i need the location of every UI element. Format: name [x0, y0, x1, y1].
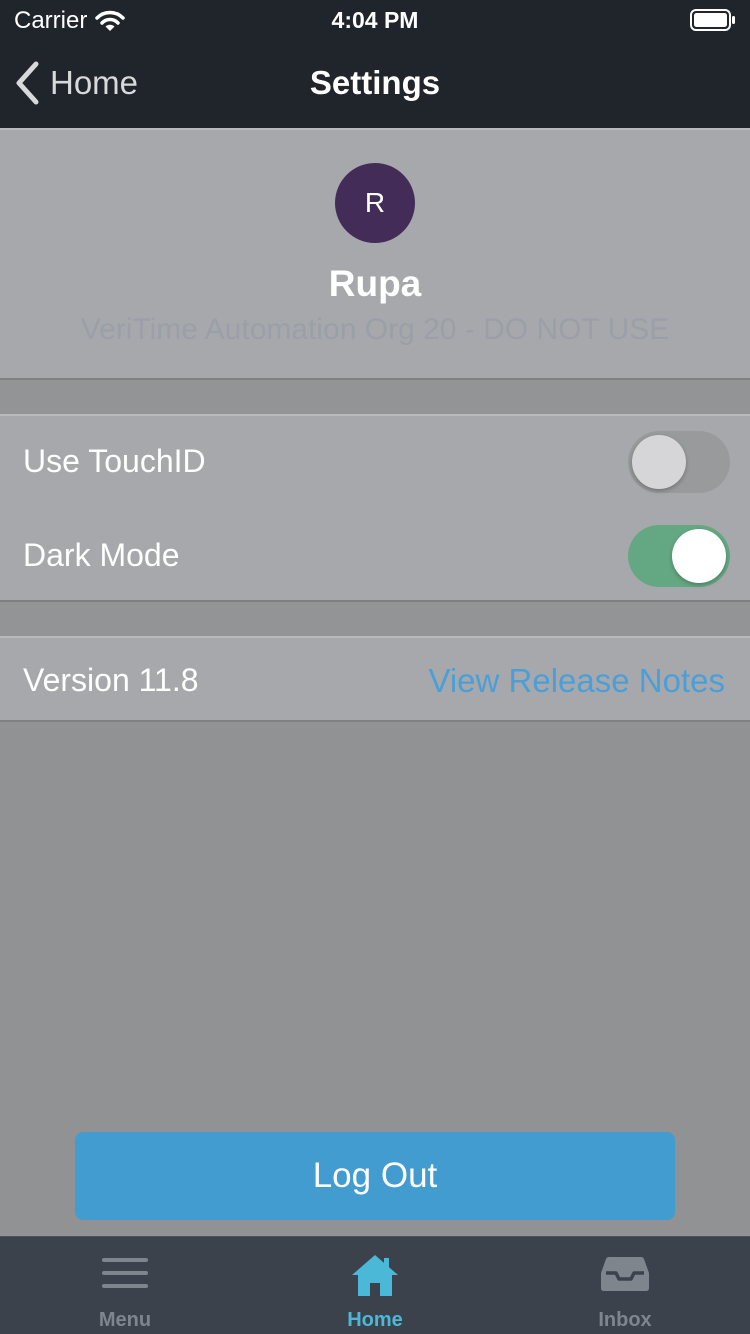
avatar: R — [335, 163, 415, 243]
wifi-icon — [95, 10, 126, 31]
tab-inbox-label: Inbox — [598, 1309, 652, 1331]
battery-icon — [690, 9, 735, 31]
version-label: Version 11.8 — [23, 662, 199, 698]
dark-mode-toggle[interactable] — [628, 525, 730, 587]
profile-section: R Rupa VeriTime Automation Org 20 - DO N… — [0, 128, 750, 380]
settings-group: Use TouchID Dark Mode — [0, 414, 750, 602]
nav-bar: Home Settings — [0, 40, 750, 128]
status-bar: Carrier 4:04 PM — [0, 0, 750, 40]
logout-label: Log Out — [312, 1156, 438, 1195]
logout-button[interactable]: Log Out — [75, 1132, 675, 1220]
back-button[interactable]: Home — [14, 60, 138, 106]
tab-menu-label: Menu — [98, 1309, 152, 1331]
user-name: Rupa — [328, 263, 422, 304]
toggle-knob — [632, 435, 686, 489]
release-notes-link[interactable]: View Release Notes — [428, 662, 725, 700]
menu-icon — [0, 1255, 250, 1291]
inbox-icon — [500, 1255, 750, 1293]
version-row: Version 11.8 View Release Notes — [0, 636, 750, 722]
tab-home-label: Home — [347, 1309, 403, 1331]
section-divider — [0, 602, 750, 636]
touch-id-toggle[interactable] — [628, 431, 730, 493]
tab-menu[interactable]: Menu — [0, 1237, 250, 1334]
tab-bar: Menu Home Inbox — [0, 1236, 750, 1334]
toggle-knob — [672, 529, 726, 583]
chevron-left-icon — [16, 61, 39, 105]
setting-row-touch-id: Use TouchID — [0, 416, 750, 508]
back-label: Home — [50, 64, 139, 101]
avatar-initial: R — [364, 187, 386, 218]
carrier-info: Carrier — [14, 7, 126, 35]
setting-row-dark-mode: Dark Mode — [0, 510, 750, 602]
touch-id-label: Use TouchID — [23, 443, 206, 479]
home-icon — [250, 1255, 500, 1297]
tab-inbox[interactable]: Inbox — [500, 1237, 750, 1334]
organization-name: VeriTime Automation Org 20 - DO NOT USE — [80, 313, 670, 346]
tab-home[interactable]: Home — [250, 1237, 500, 1334]
dark-mode-label: Dark Mode — [23, 537, 180, 573]
section-divider — [0, 380, 750, 414]
carrier-label: Carrier — [14, 7, 88, 34]
